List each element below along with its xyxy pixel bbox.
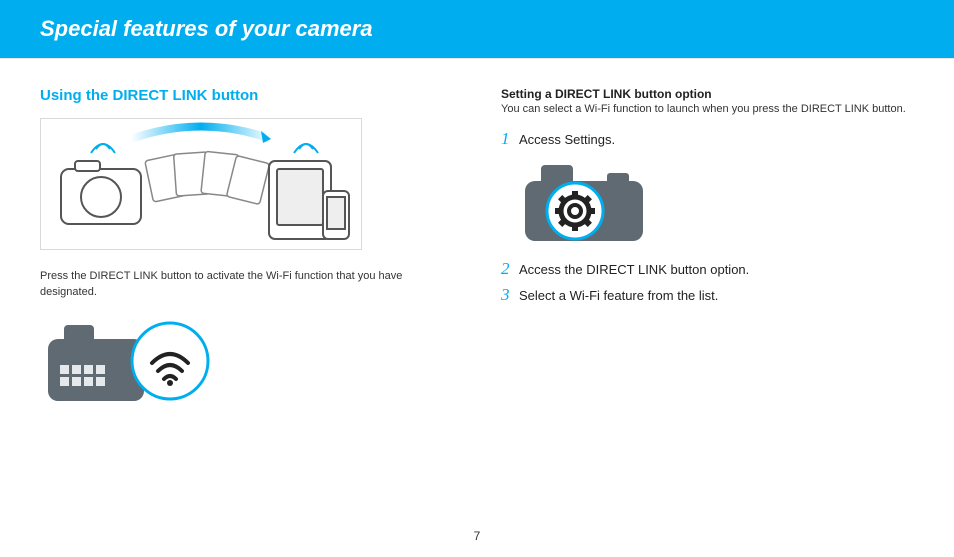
subsection-heading: Setting a DIRECT LINK button option	[501, 87, 914, 101]
page-number: 7	[0, 529, 954, 543]
step-number: 3	[501, 285, 519, 305]
page-title: Special features of your camera	[40, 16, 954, 42]
content-area: Using the DIRECT LINK button	[0, 59, 954, 409]
step-text: Access the DIRECT LINK button option.	[519, 262, 749, 277]
steps-list-cont: 2 Access the DIRECT LINK button option. …	[501, 259, 914, 305]
illustration-camera-wifi	[40, 317, 453, 409]
subsection-description: You can select a Wi-Fi function to launc…	[501, 103, 914, 115]
header-banner: Special features of your camera	[0, 0, 954, 59]
illustration-camera-settings	[519, 159, 914, 247]
step-1: 1 Access Settings.	[501, 129, 914, 149]
left-column: Using the DIRECT LINK button	[40, 87, 453, 409]
step-text: Access Settings.	[519, 132, 615, 147]
step-2: 2 Access the DIRECT LINK button option.	[501, 259, 914, 279]
step-number: 1	[501, 129, 519, 149]
section-heading: Using the DIRECT LINK button	[40, 87, 453, 104]
steps-list: 1 Access Settings.	[501, 129, 914, 149]
step-3: 3 Select a Wi-Fi feature from the list.	[501, 285, 914, 305]
step-number: 2	[501, 259, 519, 279]
illustration-caption: Press the DIRECT LINK button to activate…	[40, 269, 453, 301]
right-column: Setting a DIRECT LINK button option You …	[501, 87, 914, 409]
step-text: Select a Wi-Fi feature from the list.	[519, 288, 718, 303]
illustration-devices-sharing	[40, 118, 362, 250]
